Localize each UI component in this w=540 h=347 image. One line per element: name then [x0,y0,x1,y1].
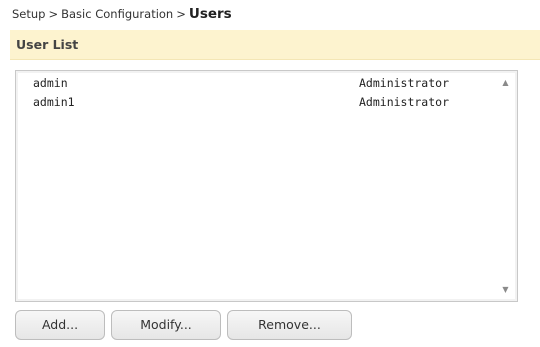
user-role: Administrator [359,95,450,109]
triangle-up-icon[interactable]: ▲ [497,74,514,91]
user-name: admin [33,76,68,90]
user-name: admin1 [33,95,75,109]
breadcrumb-item-setup[interactable]: Setup [12,7,45,21]
add-button[interactable]: Add... [15,310,105,340]
section-title: User List [16,37,79,52]
user-list-box[interactable]: admin Administrator admin1 Administrator… [15,70,518,302]
user-list-rows: admin Administrator admin1 Administrator [19,74,495,298]
modify-button[interactable]: Modify... [111,310,221,340]
breadcrumb: Setup > Basic Configuration > Users [12,6,232,22]
section-header: User List [10,30,540,60]
breadcrumb-separator: > [48,7,59,21]
user-role: Administrator [359,76,450,90]
list-item[interactable]: admin Administrator [19,74,495,93]
list-scrollbar[interactable]: ▲ ▼ [497,74,514,298]
remove-button[interactable]: Remove... [227,310,352,340]
breadcrumb-current-users: Users [188,6,232,22]
triangle-down-icon[interactable]: ▼ [497,281,514,298]
list-item[interactable]: admin1 Administrator [19,93,495,112]
breadcrumb-separator: > [176,7,186,21]
breadcrumb-item-basic-configuration[interactable]: Basic Configuration [61,7,173,21]
